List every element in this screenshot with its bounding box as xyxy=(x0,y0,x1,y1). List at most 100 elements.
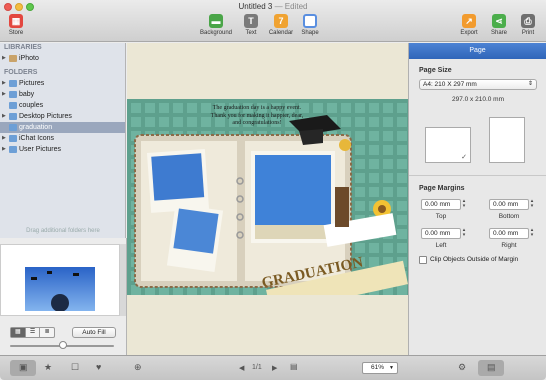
message-line-1: The graduation day is a happy event. xyxy=(212,105,302,111)
drag-hint: Drag additional folders here xyxy=(26,228,100,234)
greeting-message[interactable]: The graduation day is a happy event. Tha… xyxy=(187,105,327,128)
inspector-tab-page[interactable]: Page xyxy=(409,43,546,59)
photo-thumbnail[interactable] xyxy=(25,267,95,312)
folder-icon xyxy=(9,91,17,98)
store-button[interactable]: ▦ Store xyxy=(0,14,36,36)
clip-objects-checkbox[interactable] xyxy=(419,256,427,264)
photos-icon: ▣ xyxy=(19,362,28,372)
folder-item-ichat-icons[interactable]: ▶ iChat Icons xyxy=(0,133,125,144)
page-size-value: A4: 210 X 297 mm xyxy=(423,81,477,88)
page-size-select[interactable]: A4: 210 X 297 mm ⇕ xyxy=(419,79,537,90)
folder-label: User Pictures xyxy=(19,146,62,153)
margin-right-stepper[interactable]: ▴ ▾ xyxy=(529,228,535,239)
chevron-down-icon: ▼ xyxy=(389,365,394,371)
zoom-value: 61% xyxy=(371,364,385,371)
export-label: Export xyxy=(460,30,478,36)
previous-page-icon[interactable]: ◀ xyxy=(239,364,244,372)
store-icon: ▦ xyxy=(9,14,23,28)
page-dimensions: 297.0 x 210.0 mm xyxy=(451,96,505,103)
folder-label: graduation xyxy=(19,124,53,131)
margin-top-stepper[interactable]: ▴ ▾ xyxy=(461,199,467,210)
margin-right-field[interactable]: 0.00 mm xyxy=(489,228,529,239)
margin-left-stepper[interactable]: ▴ ▾ xyxy=(461,228,467,239)
thumbnail-grid xyxy=(0,244,120,316)
list-view-icon[interactable]: ☰ xyxy=(24,328,40,337)
star-icon[interactable]: ★ xyxy=(44,362,52,373)
folder-icon xyxy=(9,113,17,120)
export-icon: ↗ xyxy=(462,14,476,28)
folder-icon xyxy=(9,102,17,109)
folder-label: couples xyxy=(19,102,44,109)
libraries-header: LIBRARIES xyxy=(4,44,42,51)
disclosure-icon[interactable]: ▶ xyxy=(2,78,6,89)
app-window: Untitled 3 — Edited ▦ Store ▬ Background… xyxy=(0,0,546,380)
margin-bottom-label: Bottom xyxy=(498,213,520,220)
folder-item-desktop-pictures[interactable]: ▶ Desktop Pictures xyxy=(0,111,125,122)
clip-objects-label: Clip Objects Outside of Margin xyxy=(430,256,519,263)
folder-item-baby[interactable]: ▶ baby xyxy=(0,89,125,100)
divider xyxy=(409,175,546,176)
shape-button[interactable]: Shape xyxy=(290,14,330,36)
disclosure-icon[interactable]: ▶ xyxy=(2,89,6,100)
store-label: Store xyxy=(8,30,24,36)
background-button[interactable]: ▬ Background xyxy=(196,14,236,36)
folder-label: Desktop Pictures xyxy=(19,113,72,120)
next-page-icon[interactable]: ▶ xyxy=(272,364,277,372)
print-icon: ⎙ xyxy=(521,14,535,28)
zoom-magnifier-icon[interactable]: ⊕ xyxy=(134,362,142,373)
grid-view-icon[interactable]: ▦ xyxy=(11,328,25,337)
gear-icon[interactable]: ⚙ xyxy=(458,362,466,373)
folder-label: baby xyxy=(19,91,35,98)
inspector-icon: ▤ xyxy=(487,362,496,372)
folder-icon xyxy=(9,146,17,153)
select-arrows-icon: ⇕ xyxy=(527,81,533,87)
folder-label: iChat Icons xyxy=(19,135,55,142)
bottom-toolbar: ▣ ★ ☐ ♥ ⊕ ◀ 1/1 ▶ ▤ 61% ▼ ⚙ ▤ xyxy=(0,355,546,380)
margin-top-field[interactable]: 0.00 mm xyxy=(421,199,461,210)
edited-status: — Edited xyxy=(274,2,308,11)
canvas-area: The graduation day is a happy event. Tha… xyxy=(127,43,408,355)
zoom-select[interactable]: 61% ▼ xyxy=(362,362,398,374)
folder-item-graduation[interactable]: graduation xyxy=(0,122,125,133)
calendar-icon: 7 xyxy=(274,14,288,28)
title-bar: Untitled 3 — Edited ▦ Store ▬ Background… xyxy=(0,0,546,42)
print-button[interactable]: ⎙ Print xyxy=(508,14,546,36)
library-item-iphoto[interactable]: ▶ iPhoto xyxy=(0,53,125,64)
scrapbook-page[interactable]: The graduation day is a happy event. Tha… xyxy=(127,99,408,295)
inspector-panel: Page Page Size A4: 210 X 297 mm ⇕ 297.0 … xyxy=(408,43,546,355)
disclosure-icon[interactable]: ▶ xyxy=(2,53,6,64)
margin-left-label: Left xyxy=(435,242,447,249)
margin-left-field[interactable]: 0.00 mm xyxy=(421,228,461,239)
text-icon: T xyxy=(244,14,258,28)
margin-top-label: Top xyxy=(435,213,447,220)
page-thumbnails-icon[interactable]: ▤ xyxy=(290,362,298,371)
window-title: Untitled 3 — Edited xyxy=(0,2,546,11)
document-title: Untitled 3 xyxy=(238,2,273,11)
margin-right-label: Right xyxy=(501,242,517,249)
source-list: LIBRARIES ▶ iPhoto FOLDERS ▶ Pictures ▶ ba… xyxy=(0,43,126,238)
shape-label: Shape xyxy=(301,30,319,36)
folder-item-couples[interactable]: couples xyxy=(0,100,125,111)
disclosure-icon[interactable]: ▶ xyxy=(2,133,6,144)
photo-browser: ▦ ☰ ≣ Auto Fill xyxy=(0,238,127,355)
folder-item-user-pictures[interactable]: ▶ User Pictures xyxy=(0,144,125,155)
disclosure-icon[interactable]: ▶ xyxy=(2,111,6,122)
background-icon: ▬ xyxy=(209,14,223,28)
background-label: Background xyxy=(199,30,233,36)
landscape-orientation-option[interactable]: ✓ xyxy=(425,127,471,163)
slider-knob[interactable] xyxy=(59,341,67,349)
disclosure-icon[interactable]: ▶ xyxy=(2,144,6,155)
folder-icon xyxy=(9,135,17,142)
frame-icon[interactable]: ☐ xyxy=(71,362,79,373)
page-margins-label: Page Margins xyxy=(419,185,465,192)
folder-item-pictures[interactable]: ▶ Pictures xyxy=(0,78,125,89)
margin-bottom-stepper[interactable]: ▴ ▾ xyxy=(529,199,535,210)
auto-fill-button[interactable]: Auto Fill xyxy=(72,327,116,338)
share-label: Share xyxy=(490,30,507,36)
thumbnail-scrollbar[interactable] xyxy=(120,244,126,316)
margin-bottom-field[interactable]: 0.00 mm xyxy=(489,199,529,210)
view-mode-control: ▦ ☰ ≣ xyxy=(10,327,55,338)
detail-view-icon[interactable]: ≣ xyxy=(39,328,54,337)
heart-icon[interactable]: ♥ xyxy=(96,362,101,372)
portrait-orientation-option[interactable] xyxy=(489,117,525,163)
